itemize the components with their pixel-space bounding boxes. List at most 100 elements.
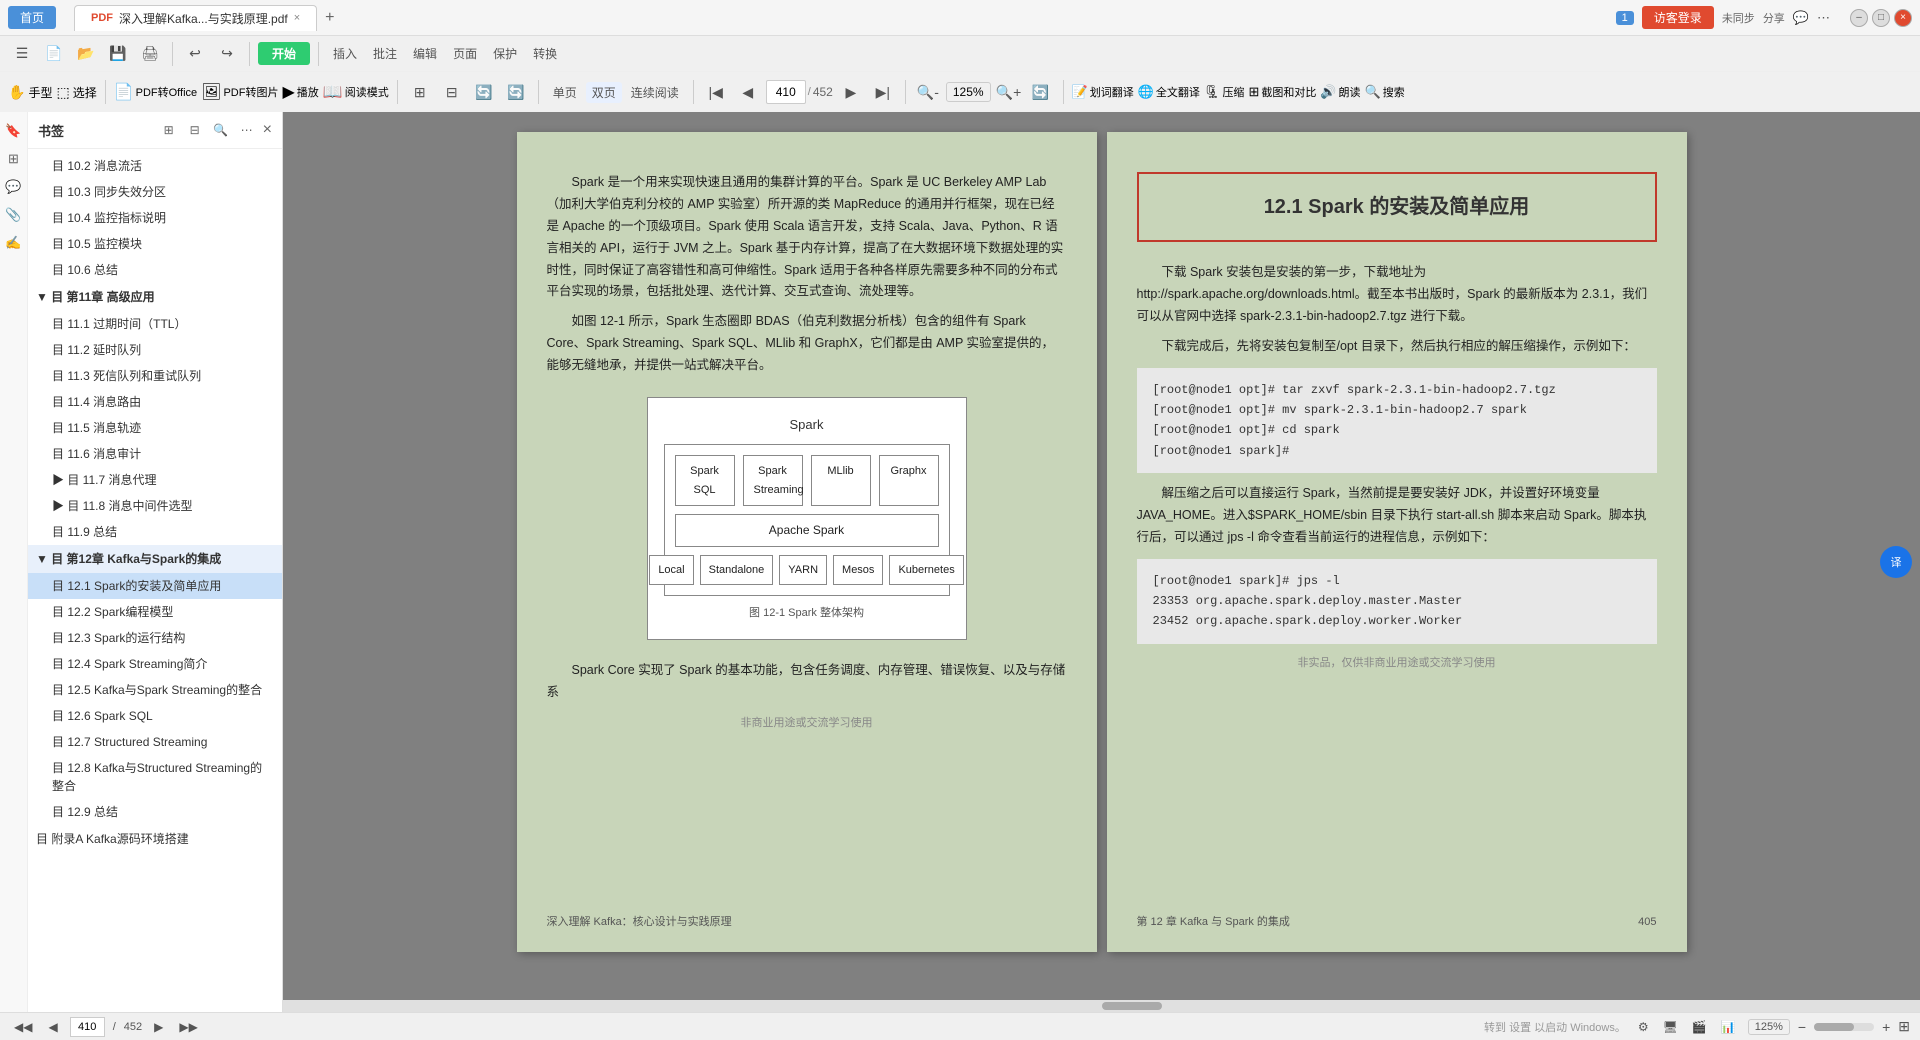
next-page-btn[interactable]: ▶ xyxy=(837,78,865,106)
tree-item-7[interactable]: 目 11.2 延时队列 xyxy=(28,337,282,363)
fit-page-icon[interactable]: ⊞ xyxy=(406,78,434,106)
more-icon[interactable]: ⋯ xyxy=(1817,10,1830,26)
dual-page-btn[interactable]: 双页 xyxy=(586,82,622,103)
start-button[interactable]: 开始 xyxy=(258,42,310,65)
zoom-level-bottom[interactable]: 125% xyxy=(1748,1019,1790,1035)
rotate-icon[interactable]: 🔄 xyxy=(470,78,498,106)
save-icon[interactable]: 💾 xyxy=(104,40,132,68)
sidebar-thumbnails-icon[interactable]: ⊞ xyxy=(3,148,25,170)
page-input-bottom[interactable] xyxy=(70,1017,105,1037)
translate-action-btn[interactable]: 译 xyxy=(1880,546,1912,578)
fit-width-icon[interactable]: ⊟ xyxy=(438,78,466,106)
tree-item-3[interactable]: 目 10.5 监控模块 xyxy=(28,231,282,257)
visit-login-button[interactable]: 访客登录 xyxy=(1642,6,1714,29)
full-translate-btn[interactable]: 🌐 全文翻译 xyxy=(1138,84,1200,100)
zoom-select[interactable]: 125% xyxy=(946,82,991,102)
hand-tool[interactable]: ✋ 手型 xyxy=(8,84,52,101)
tree-item-2[interactable]: 目 10.4 监控指标说明 xyxy=(28,205,282,231)
rotate-view-icon[interactable]: 🔄 xyxy=(1027,78,1055,106)
sidebar-comments-icon[interactable]: 💬 xyxy=(3,176,25,198)
tree-item-15[interactable]: ▼ 目 第12章 Kafka与Spark的集成 xyxy=(28,545,282,573)
zoom-out-bottom[interactable]: − xyxy=(1798,1019,1806,1035)
horizontal-scrollbar[interactable] xyxy=(283,1000,1920,1012)
redo-icon[interactable]: ↪ xyxy=(213,40,241,68)
tree-item-16[interactable]: 目 12.1 Spark的安装及简单应用 xyxy=(28,573,282,599)
comment-icon[interactable]: 💬 xyxy=(1793,10,1809,26)
read-mode-btn[interactable]: 📖 阅读模式 xyxy=(323,82,389,102)
maximize-button[interactable]: □ xyxy=(1872,9,1890,27)
tree-item-9[interactable]: 目 11.4 消息路由 xyxy=(28,389,282,415)
tree-item-21[interactable]: 目 12.6 Spark SQL xyxy=(28,703,282,729)
print-icon[interactable]: 🖨 xyxy=(136,40,164,68)
menu-insert[interactable]: 插入 xyxy=(327,43,363,64)
tree-item-1[interactable]: 目 10.3 同步失效分区 xyxy=(28,179,282,205)
home-button[interactable]: 首页 xyxy=(8,6,56,29)
zoom-slider[interactable] xyxy=(1814,1023,1874,1031)
read-aloud-btn[interactable]: 🔊 朗读 xyxy=(1320,84,1360,100)
pdf-to-office-btn[interactable]: 📄 PDF转Office xyxy=(114,82,197,102)
sidebar-signatures-icon[interactable]: ✍ xyxy=(3,232,25,254)
play-btn[interactable]: ▶ 播放 xyxy=(282,82,318,102)
tree-item-23[interactable]: 目 12.8 Kafka与Structured Streaming的整合 xyxy=(28,755,282,799)
tree-item-0[interactable]: 目 10.2 消息流活 xyxy=(28,153,282,179)
page-number-input[interactable] xyxy=(766,80,806,104)
search-btn[interactable]: 🔍 搜索 xyxy=(1365,84,1405,100)
last-page-btn[interactable]: ▶| xyxy=(869,78,897,106)
settings-icon[interactable]: ⚙ xyxy=(1634,1019,1653,1035)
video-icon[interactable]: 🎬 xyxy=(1688,1019,1711,1035)
tree-item-12[interactable]: ▶ 目 11.7 消息代理 xyxy=(28,467,282,493)
compare-btn[interactable]: ⊞ 截图和对比 xyxy=(1248,84,1316,100)
tree-item-20[interactable]: 目 12.5 Kafka与Spark Streaming的整合 xyxy=(28,677,282,703)
menu-convert[interactable]: 转换 xyxy=(527,43,563,64)
new-doc-icon[interactable]: 📄 xyxy=(40,40,68,68)
close-tab-button[interactable]: × xyxy=(294,12,300,24)
continuous-btn[interactable]: 连续阅读 xyxy=(625,82,685,103)
sidebar-bookmarks-icon[interactable]: 🔖 xyxy=(3,120,25,142)
tree-item-5[interactable]: ▼ 目 第11章 高级应用 xyxy=(28,283,282,311)
first-page-btn[interactable]: |◀ xyxy=(702,78,730,106)
close-window-button[interactable]: × xyxy=(1894,9,1912,27)
menu-edit[interactable]: 编辑 xyxy=(407,43,443,64)
sidebar-options-icon[interactable]: ⋯ xyxy=(237,120,257,140)
prev-page-btn[interactable]: ◀ xyxy=(734,78,762,106)
pdf-tab[interactable]: PDF 深入理解Kafka...与实践原理.pdf × xyxy=(74,5,317,31)
pdf-pages-container[interactable]: Spark 是一个用来实现快速且通用的集群计算的平台。Spark 是 UC Be… xyxy=(283,112,1920,1000)
prev-page-bottom-btn[interactable]: ◀ xyxy=(44,1019,61,1035)
monitor-icon[interactable]: 🖥 xyxy=(1659,1019,1682,1035)
menu-comment[interactable]: 批注 xyxy=(367,43,403,64)
sidebar-expand-icon[interactable]: ⊞ xyxy=(159,120,179,140)
tree-item-25[interactable]: 目 附录A Kafka源码环境搭建 xyxy=(28,825,282,853)
tree-item-8[interactable]: 目 11.3 死信队列和重试队列 xyxy=(28,363,282,389)
tree-item-22[interactable]: 目 12.7 Structured Streaming xyxy=(28,729,282,755)
zoom-in-bottom[interactable]: + xyxy=(1882,1019,1890,1035)
new-tab-button[interactable]: + xyxy=(317,5,342,31)
scrollbar-thumb[interactable] xyxy=(1102,1002,1162,1010)
tree-item-4[interactable]: 目 10.6 总结 xyxy=(28,257,282,283)
zoom-in-btn[interactable]: 🔍+ xyxy=(995,78,1023,106)
compress-btn[interactable]: 🗜 压缩 xyxy=(1204,84,1245,100)
undo-icon[interactable]: ↩ xyxy=(181,40,209,68)
menu-icon[interactable]: ☰ xyxy=(8,40,36,68)
sidebar-attachments-icon[interactable]: 📎 xyxy=(3,204,25,226)
tree-item-11[interactable]: 目 11.6 消息审计 xyxy=(28,441,282,467)
expand-icon[interactable]: ⊞ xyxy=(1898,1018,1910,1035)
menu-protect[interactable]: 保护 xyxy=(487,43,523,64)
pdf-to-image-btn[interactable]: 🖼 PDF转图片 xyxy=(201,82,278,102)
sidebar-close-button[interactable]: × xyxy=(263,121,272,139)
tree-item-10[interactable]: 目 11.5 消息轨迹 xyxy=(28,415,282,441)
minimize-button[interactable]: – xyxy=(1850,9,1868,27)
tree-item-18[interactable]: 目 12.3 Spark的运行结构 xyxy=(28,625,282,651)
chart-icon[interactable]: 📊 xyxy=(1717,1019,1740,1035)
share-label[interactable]: 分享 xyxy=(1763,10,1785,26)
tree-item-6[interactable]: 目 11.1 过期时间（TTL） xyxy=(28,311,282,337)
tree-item-24[interactable]: 目 12.9 总结 xyxy=(28,799,282,825)
word-translate-btn[interactable]: 📝 划词翻译 xyxy=(1072,84,1134,100)
tree-item-14[interactable]: 目 11.9 总结 xyxy=(28,519,282,545)
tree-item-13[interactable]: ▶ 目 11.8 消息中间件选型 xyxy=(28,493,282,519)
menu-page[interactable]: 页面 xyxy=(447,43,483,64)
tree-item-19[interactable]: 目 12.4 Spark Streaming简介 xyxy=(28,651,282,677)
select-tool[interactable]: ⬚ 选择 xyxy=(56,84,96,101)
open-icon[interactable]: 📂 xyxy=(72,40,100,68)
sidebar-collapse-icon[interactable]: ⊟ xyxy=(185,120,205,140)
tree-item-17[interactable]: 目 12.2 Spark编程模型 xyxy=(28,599,282,625)
